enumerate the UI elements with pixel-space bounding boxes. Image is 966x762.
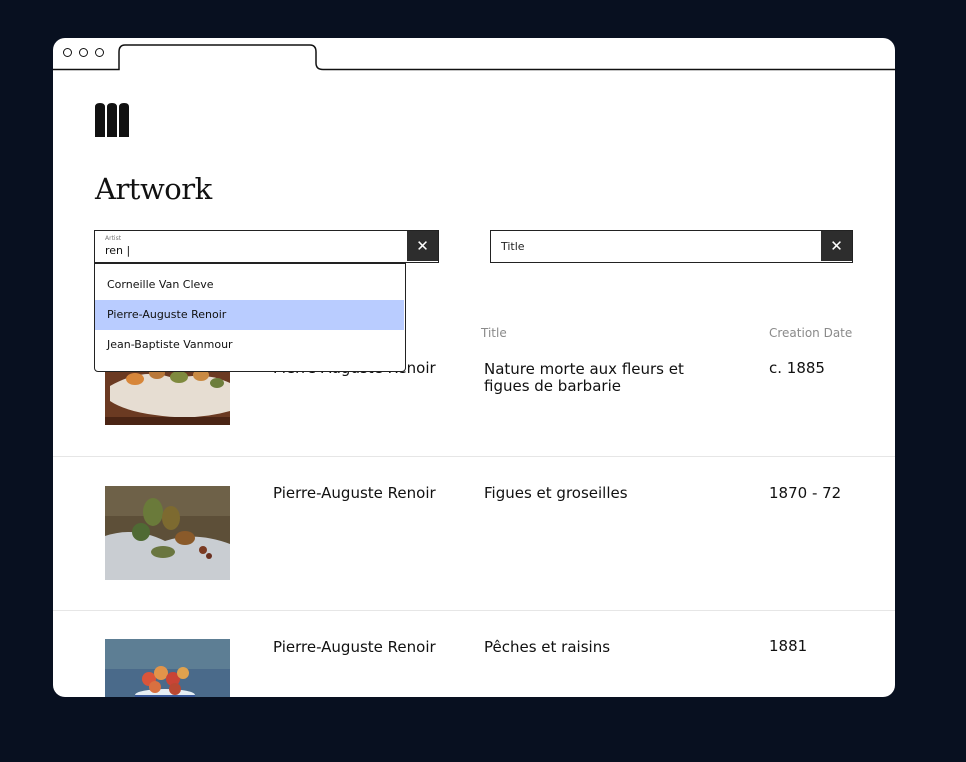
- artwork-thumbnail[interactable]: [105, 486, 230, 580]
- title-clear-icon[interactable]: ✕: [821, 231, 852, 261]
- artwork-artist[interactable]: Pierre-Auguste Renoir: [273, 639, 436, 656]
- artwork-thumbnail[interactable]: [105, 639, 230, 697]
- still-life-painting-image: [105, 486, 230, 580]
- dropdown-option-selected[interactable]: Pierre-Auguste Renoir: [95, 300, 404, 330]
- window-close-dot[interactable]: [63, 48, 72, 57]
- artwork-date: c. 1885: [769, 359, 825, 377]
- column-header-title[interactable]: Title: [481, 326, 507, 340]
- title-field-placeholder[interactable]: Title: [501, 240, 525, 253]
- row-divider: [53, 610, 895, 611]
- artwork-artist[interactable]: Pierre-Auguste Renoir: [273, 485, 436, 502]
- window-maximize-dot[interactable]: [95, 48, 104, 57]
- artwork-date: 1870 - 72: [769, 484, 842, 502]
- dropdown-option[interactable]: Jean-Baptiste Vanmour: [95, 330, 404, 360]
- browser-tab[interactable]: [120, 46, 315, 69]
- browser-chrome: [53, 38, 895, 71]
- artist-clear-icon[interactable]: ✕: [407, 231, 438, 261]
- window-minimize-dot[interactable]: [79, 48, 88, 57]
- artist-field-value[interactable]: ren |: [105, 244, 130, 257]
- artist-field-label: Artist: [105, 235, 122, 242]
- browser-window: Artwork Artist ren | ✕ Title ✕ Corneille…: [53, 38, 895, 697]
- artist-search-input[interactable]: Artist ren | ✕: [94, 230, 439, 263]
- museum-logo: [95, 103, 129, 137]
- title-search-input[interactable]: Title ✕: [490, 230, 853, 263]
- column-header-creation-date[interactable]: Creation Date: [769, 326, 852, 340]
- artwork-title[interactable]: Nature morte aux fleurs et figues de bar…: [484, 361, 734, 395]
- row-divider: [53, 456, 895, 457]
- dropdown-option[interactable]: Corneille Van Cleve: [95, 270, 404, 300]
- artist-autocomplete-dropdown: Corneille Van Cleve Pierre-Auguste Renoi…: [94, 263, 406, 372]
- page-title: Artwork: [95, 172, 212, 206]
- artwork-date: 1881: [769, 637, 808, 655]
- artwork-title[interactable]: Pêches et raisins: [484, 639, 610, 656]
- still-life-painting-image: [105, 639, 230, 697]
- artwork-title[interactable]: Figues et groseilles: [484, 485, 628, 502]
